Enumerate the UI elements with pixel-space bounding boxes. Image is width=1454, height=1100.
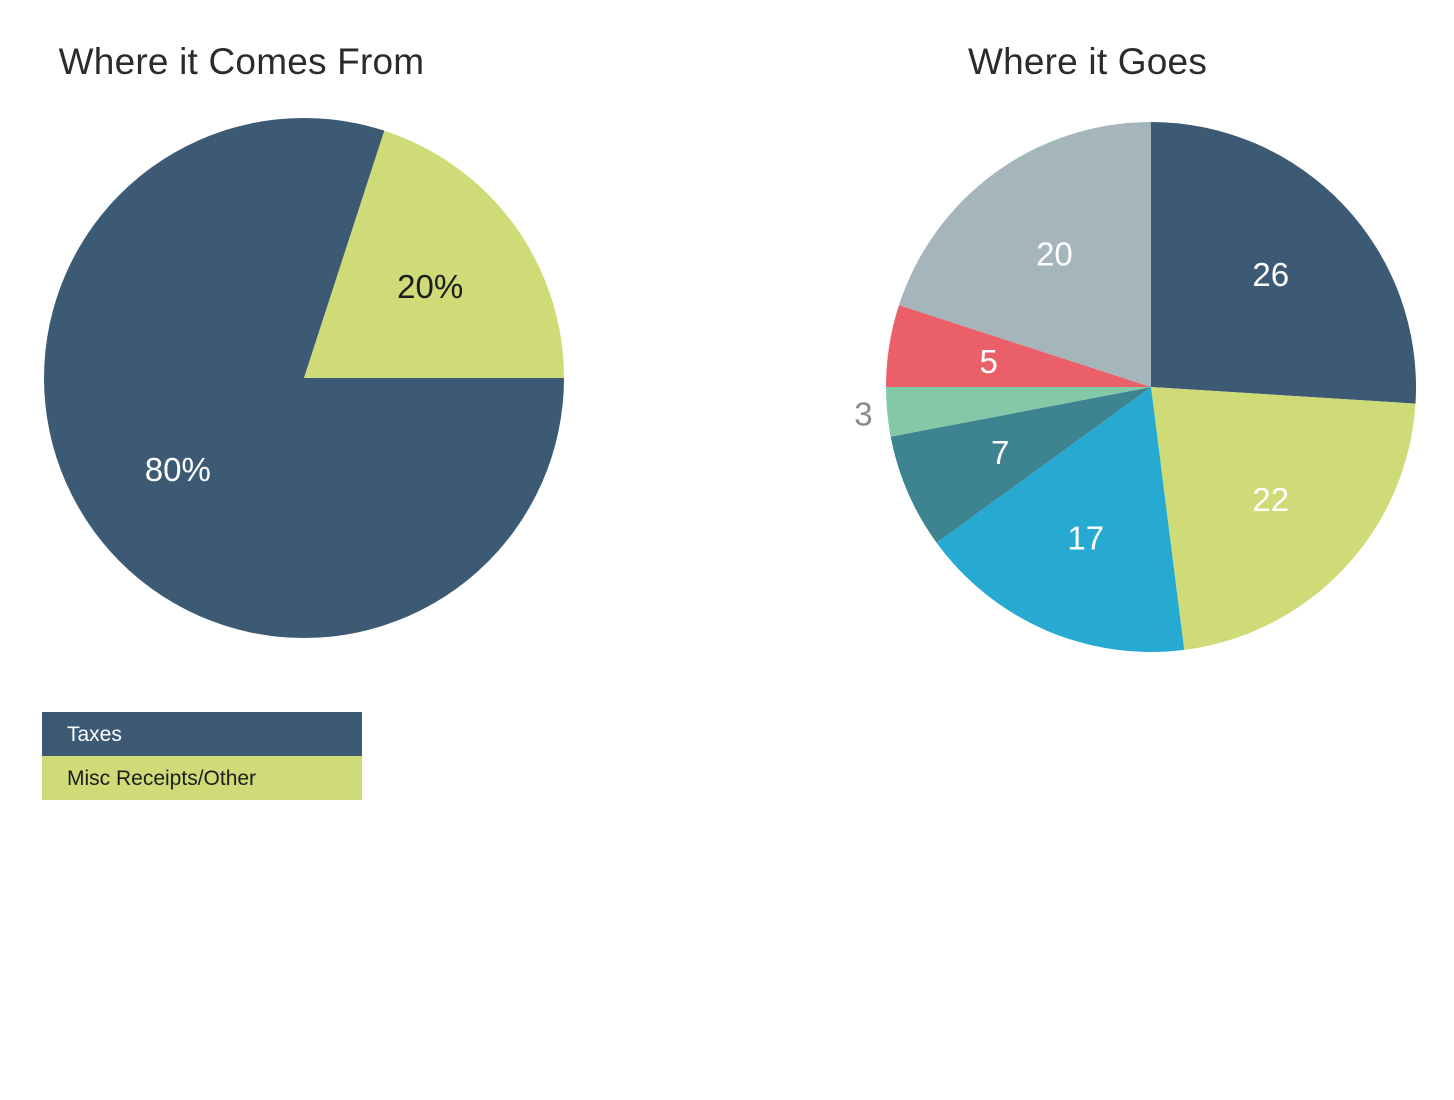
left-pie-chart: 80% 20% (44, 118, 564, 639)
left-legend: Taxes Misc Receipts/Other (42, 712, 362, 800)
pie-slice-label: 26 (1252, 256, 1289, 293)
legend-item[interactable]: Taxes (42, 712, 362, 756)
pie-slice-label: 7 (991, 434, 1009, 471)
left-pie-svg: 80% 20% (44, 118, 564, 639)
left-chart-title: Where it Comes From (58, 41, 425, 82)
right-pie-svg: 26 22 17 7 3 5 20 (854, 122, 1417, 652)
pie-slice-label: 17 (1067, 519, 1104, 556)
where-it-comes-from-panel: Where it Comes From 80% 20% Taxes Misc Rec… (0, 0, 727, 1100)
where-it-goes-panel: Where it Goes 26221773520 School Aid (Sc… (727, 0, 1454, 1100)
right-pie-chart: 26 22 17 7 3 5 20 (854, 122, 1417, 652)
legend-item-label: Misc Receipts/Other (67, 766, 257, 790)
pie-slice-label: 5 (980, 343, 998, 380)
pie-slice-label: 22 (1252, 481, 1289, 518)
pie-slice-label: 20 (1036, 236, 1073, 273)
pie-slice-label: 3 (854, 396, 872, 433)
pie-slice-label: 20% (397, 268, 463, 305)
pie-slice-label: 80% (145, 451, 211, 488)
legend-item[interactable]: Misc Receipts/Other (42, 756, 362, 800)
legend-item-label: Taxes (67, 722, 122, 746)
pie-slice (1151, 387, 1416, 650)
right-chart-title: Where it Goes (967, 41, 1208, 82)
